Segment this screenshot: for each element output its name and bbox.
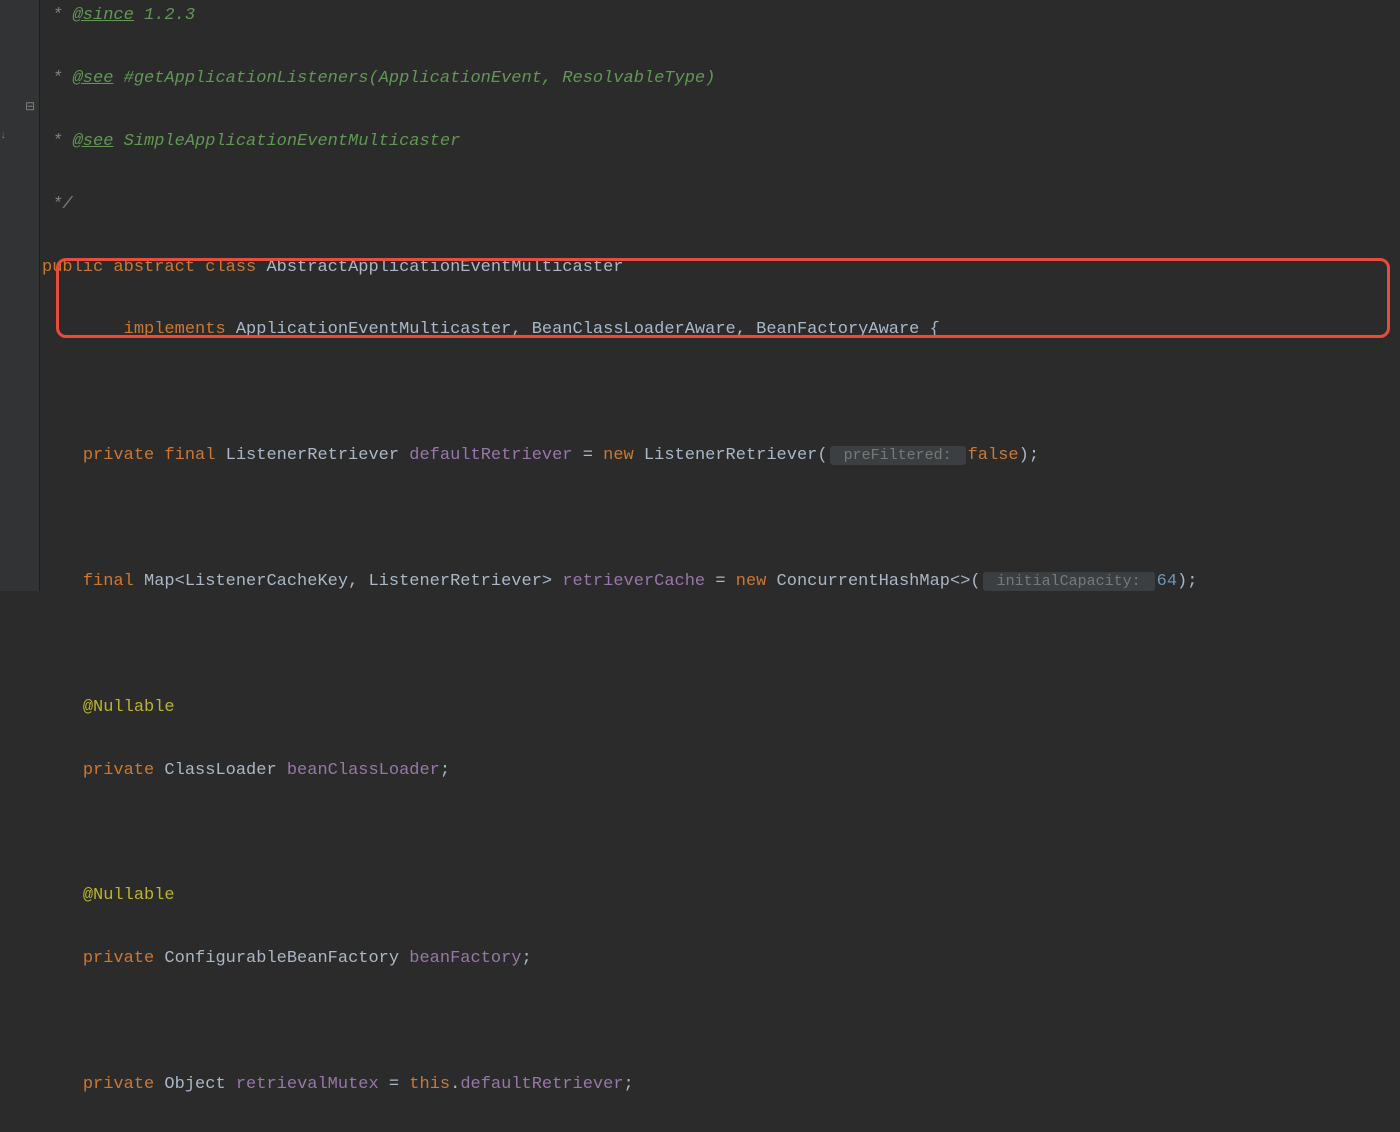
operator: = (379, 1075, 410, 1094)
keyword: private (83, 1075, 154, 1094)
type: ClassLoader (154, 761, 287, 780)
class-name: AbstractApplicationEventMulticaster (256, 258, 623, 277)
code-editor[interactable]: * @since 1.2.3 * @see #getApplicationLis… (42, 0, 1400, 1132)
comment-text: * (42, 132, 73, 151)
override-arrow-icon[interactable]: ↓ (0, 128, 6, 147)
comment-text: * (42, 6, 73, 25)
doc-tag: @see (73, 132, 114, 151)
field: beanFactory (409, 949, 521, 968)
keyword: false (968, 446, 1019, 465)
keyword: new (736, 572, 767, 591)
keyword: new (603, 446, 634, 465)
code-line: private final ListenerRetriever defaultR… (42, 440, 1400, 471)
punct: ; (522, 949, 532, 968)
doc-link: #getApplicationListeners(ApplicationEven… (113, 69, 715, 88)
punct: ; (624, 1075, 634, 1094)
punct: ; (440, 761, 450, 780)
code-line: @Nullable (42, 692, 1400, 723)
keyword: private (83, 761, 154, 780)
code-line: * @see #getApplicationListeners(Applicat… (42, 63, 1400, 94)
type: ConfigurableBeanFactory (154, 949, 409, 968)
operator: = (573, 446, 604, 465)
field-ref: defaultRetriever (460, 1075, 623, 1094)
constructor: ConcurrentHashMap<>( (766, 572, 980, 591)
code-line: implements ApplicationEventMulticaster, … (42, 314, 1400, 345)
keyword: private (83, 949, 154, 968)
keyword: this (409, 1075, 450, 1094)
editor-gutter: ⊟ ↓ (0, 0, 40, 591)
parameter-hint: initialCapacity: (983, 572, 1155, 591)
code-line: */ (42, 189, 1400, 220)
keyword: public abstract class (42, 258, 256, 277)
constructor: ListenerRetriever( (634, 446, 828, 465)
type: ListenerRetriever (215, 446, 409, 465)
code-line: final Map<ListenerCacheKey, ListenerRetr… (42, 566, 1400, 597)
parameter-hint: preFiltered: (830, 446, 966, 465)
annotation: @Nullable (83, 886, 175, 905)
punct: . (450, 1075, 460, 1094)
blank-line (42, 503, 1400, 534)
code-line: private ConfigurableBeanFactory beanFact… (42, 943, 1400, 974)
punct: ); (1019, 446, 1039, 465)
fold-icon[interactable]: ⊟ (25, 96, 35, 118)
doc-tag: @see (73, 69, 114, 88)
keyword: implements (124, 320, 226, 339)
blank-line (42, 377, 1400, 408)
doc-text: 1.2.3 (134, 6, 195, 25)
keyword: private final (83, 446, 216, 465)
type: Object (154, 1075, 236, 1094)
blank-line (42, 629, 1400, 660)
punct: ); (1177, 572, 1197, 591)
number: 64 (1157, 572, 1177, 591)
doc-tag: @since (73, 6, 134, 25)
code-line: private ClassLoader beanClassLoader; (42, 755, 1400, 786)
operator: = (705, 572, 736, 591)
code-line: * @since 1.2.3 (42, 0, 1400, 31)
code-line: @Nullable (42, 880, 1400, 911)
code-line: public abstract class AbstractApplicatio… (42, 252, 1400, 283)
doc-link: SimpleApplicationEventMulticaster (113, 132, 460, 151)
code-line: * @see SimpleApplicationEventMulticaster (42, 126, 1400, 157)
comment-text: * (42, 69, 73, 88)
type-list: ApplicationEventMulticaster, BeanClassLo… (226, 320, 940, 339)
field: beanClassLoader (287, 761, 440, 780)
comment-end: */ (42, 195, 73, 214)
field: retrieverCache (562, 572, 705, 591)
type: Map<ListenerCacheKey, ListenerRetriever> (134, 572, 562, 591)
field: retrievalMutex (236, 1075, 379, 1094)
keyword: final (83, 572, 134, 591)
field: defaultRetriever (409, 446, 572, 465)
blank-line (42, 1006, 1400, 1037)
blank-line (42, 817, 1400, 848)
code-line: private Object retrievalMutex = this.def… (42, 1069, 1400, 1100)
annotation: @Nullable (83, 698, 175, 717)
